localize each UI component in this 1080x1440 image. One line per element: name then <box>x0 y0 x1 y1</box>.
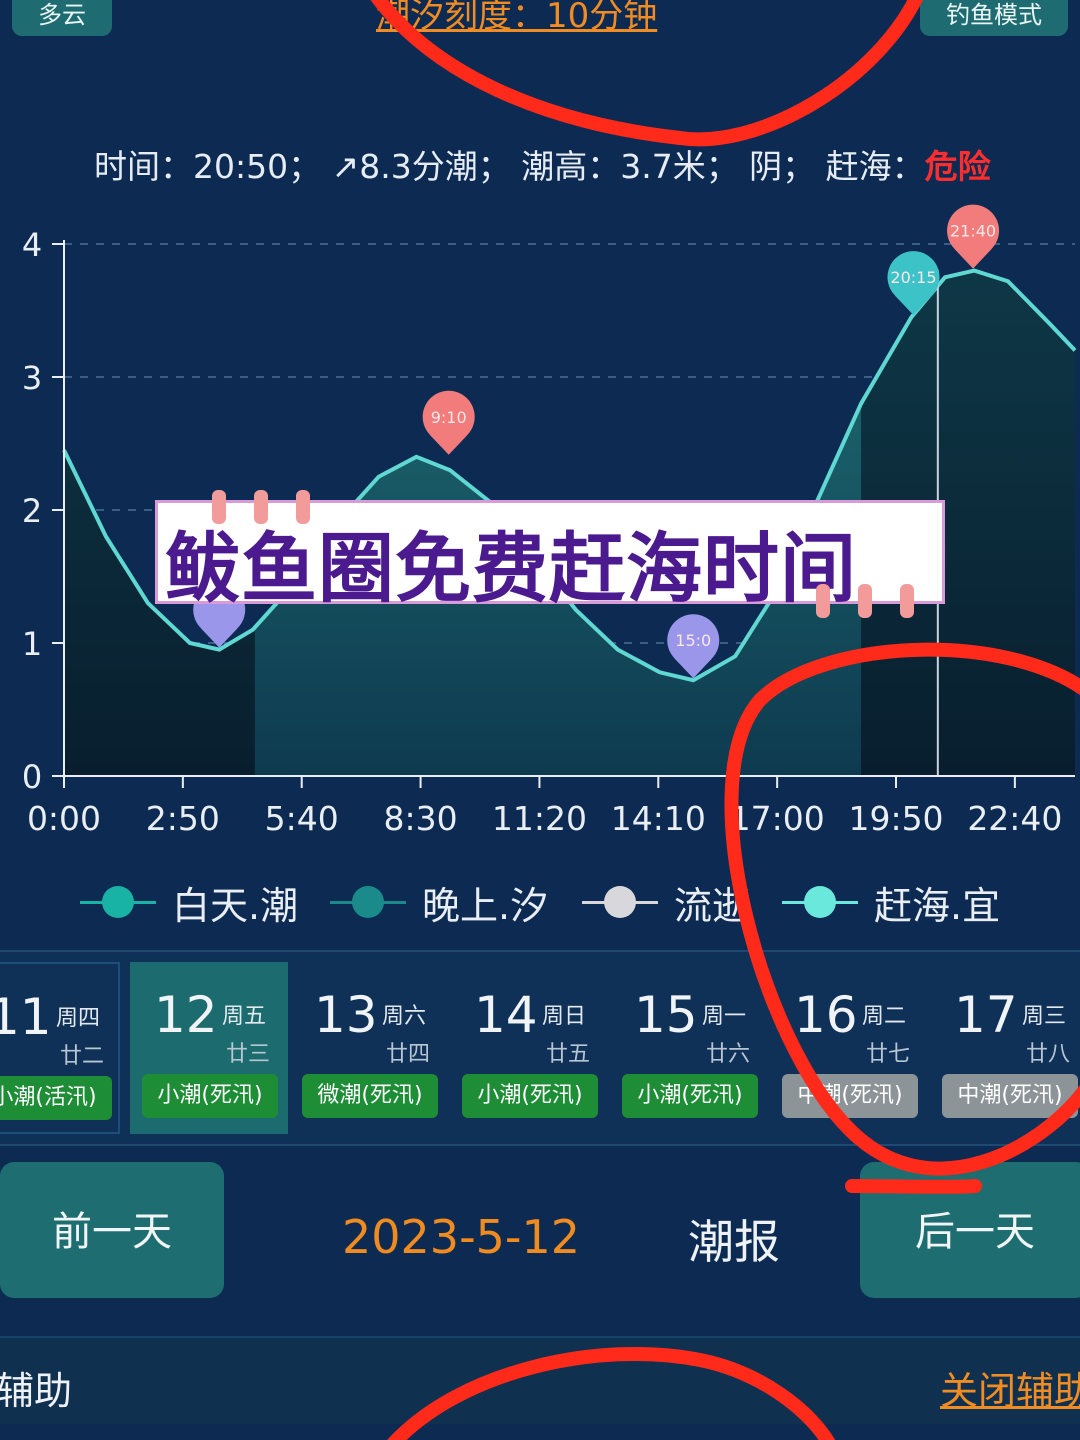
day-number: 12 <box>154 986 218 1044</box>
legend-item-night[interactable]: 晚上.汐 <box>330 872 548 932</box>
day-lunar-date: 廿七 <box>866 1042 911 1067</box>
legend-item-day[interactable]: 白天.潮 <box>80 872 298 932</box>
weather-label: 多云 <box>38 1 86 29</box>
day-number: 17 <box>954 986 1018 1044</box>
weather-pill[interactable]: 多云 <box>12 0 112 36</box>
tide-level-badge: 小潮(活汛) <box>0 1076 112 1120</box>
x-tick-label: 17:00 <box>730 799 825 838</box>
day-lunar-date: 廿六 <box>706 1042 751 1067</box>
y-tick-label: 3 <box>22 359 42 397</box>
current-date: 2023-5-12 <box>342 1210 581 1264</box>
tide-level-badge: 中潮(死汛) <box>782 1074 918 1118</box>
chart-legend: 白天.潮 晚上.汐 流逝 赶海.宜 <box>0 872 1080 932</box>
tide-scale-link[interactable]: 潮汐刻度：10分钟 <box>376 0 657 37</box>
day-number: 16 <box>794 986 858 1044</box>
banner-decoration <box>212 490 226 524</box>
x-tick-label: 0:00 <box>27 799 101 838</box>
legend-item-elapsed[interactable]: 流逝 <box>582 872 750 932</box>
tide-level-badge: 小潮(死汛) <box>462 1074 598 1118</box>
day-lunar-date: 廿五 <box>546 1042 591 1067</box>
day-lunar-date: 廿八 <box>1026 1042 1071 1067</box>
day-weekday: 周日 <box>542 1004 587 1029</box>
banner-decoration <box>816 584 830 618</box>
day-lunar-date: 廿三 <box>226 1042 271 1067</box>
x-tick-label: 11:20 <box>492 799 587 838</box>
close-assist-link[interactable]: 关闭辅助 <box>940 1360 1080 1415</box>
day-cell-12[interactable]: 12 周五廿三小潮(死汛) <box>130 962 288 1134</box>
legend-day-swatch <box>80 882 156 922</box>
day-cell-11[interactable]: 11 周四廿二小潮(活汛) <box>0 962 120 1134</box>
fishing-mode-label: 钓鱼模式 <box>946 1 1042 29</box>
banner-decoration <box>296 490 310 524</box>
x-tick-label: 14:10 <box>611 799 706 838</box>
day-number: 13 <box>314 986 378 1044</box>
day-weekday: 周五 <box>222 1004 267 1029</box>
day-weekday: 周六 <box>382 1004 427 1029</box>
tide-level-badge: 小潮(死汛) <box>622 1074 758 1118</box>
night-area <box>64 270 255 776</box>
y-tick-label: 4 <box>22 226 42 264</box>
legend-elapsed-label: 流逝 <box>674 883 751 928</box>
tide-level-badge: 微潮(死汛) <box>302 1074 438 1118</box>
marker-time-label: 15:0 <box>675 631 711 650</box>
next-day-button[interactable]: 后一天 <box>860 1162 1080 1298</box>
tide-info-text: 时间：20:50； ↗8.3分潮； 潮高：3.7米； 阴； 赶海： <box>94 147 925 186</box>
day-number: 11 <box>0 988 52 1046</box>
x-tick-label: 8:30 <box>384 799 458 838</box>
day-weekday: 周四 <box>56 1006 101 1031</box>
marker-time-label: 9:10 <box>431 408 467 427</box>
banner-decoration <box>900 584 914 618</box>
prev-day-button[interactable]: 前一天 <box>0 1162 224 1298</box>
tide-info-line: 时间：20:50； ↗8.3分潮； 潮高：3.7米； 阴； 赶海：危险 <box>94 140 991 188</box>
day-cell-13[interactable]: 13 周六廿四微潮(死汛) <box>290 962 448 1134</box>
day-lunar-date: 廿二 <box>60 1044 105 1069</box>
banner-decoration <box>254 490 268 524</box>
day-cell-15[interactable]: 15 周一廿六小潮(死汛) <box>610 962 768 1134</box>
day-cell-14[interactable]: 14 周日廿五小潮(死汛) <box>450 962 608 1134</box>
assist-bar: 辅助 关闭辅助 <box>0 1336 1080 1424</box>
legend-night-swatch <box>330 882 406 922</box>
day-number: 14 <box>474 986 538 1044</box>
day-weekday: 周一 <box>702 1004 747 1029</box>
legend-item-suitable[interactable]: 赶海.宜 <box>782 872 1000 932</box>
day-cell-16[interactable]: 16 周二廿七中潮(死汛) <box>770 962 928 1134</box>
fishing-mode-button[interactable]: 钓鱼模式 <box>920 0 1068 36</box>
legend-day-label: 白天.潮 <box>172 883 299 928</box>
legend-suitable-swatch <box>782 882 858 922</box>
marker-time-label: 20:15 <box>890 268 936 287</box>
x-tick-label: 5:40 <box>265 799 339 838</box>
date-strip: 11 周四 廿二 小潮(活汛) 12 周五 廿三 小潮(死汛) 13 周六 廿四 微潮(死汛) 14 周日… <box>0 950 1080 1146</box>
legend-night-label: 晚上.汐 <box>422 883 549 928</box>
assist-label: 辅助 <box>0 1369 73 1413</box>
y-tick-label: 1 <box>22 625 42 663</box>
legend-elapsed-swatch <box>582 882 658 922</box>
day-weekday: 周二 <box>862 1004 907 1029</box>
x-tick-label: 22:40 <box>967 799 1062 838</box>
x-tick-label: 19:50 <box>848 799 943 838</box>
tide-level-badge: 中潮(死汛) <box>942 1074 1078 1118</box>
day-number: 15 <box>634 986 698 1044</box>
tide-level-badge: 小潮(死汛) <box>142 1074 278 1118</box>
y-tick-label: 0 <box>22 758 42 796</box>
y-tick-label: 2 <box>22 492 42 530</box>
tide-report-button[interactable]: 潮报 <box>688 1206 780 1272</box>
tide-status-badge: 危险 <box>924 147 991 186</box>
banner-title: 鲅鱼圈免费赶海时间 <box>164 524 857 613</box>
marker-time-label: 21:40 <box>950 222 996 241</box>
day-weekday: 周三 <box>1022 1004 1067 1029</box>
x-tick-label: 2:50 <box>146 799 220 838</box>
day-lunar-date: 廿四 <box>386 1042 431 1067</box>
day-cell-17[interactable]: 17 周三廿八中潮(死汛) <box>930 962 1080 1134</box>
banner-decoration <box>858 584 872 618</box>
legend-suitable-label: 赶海.宜 <box>874 883 1001 928</box>
